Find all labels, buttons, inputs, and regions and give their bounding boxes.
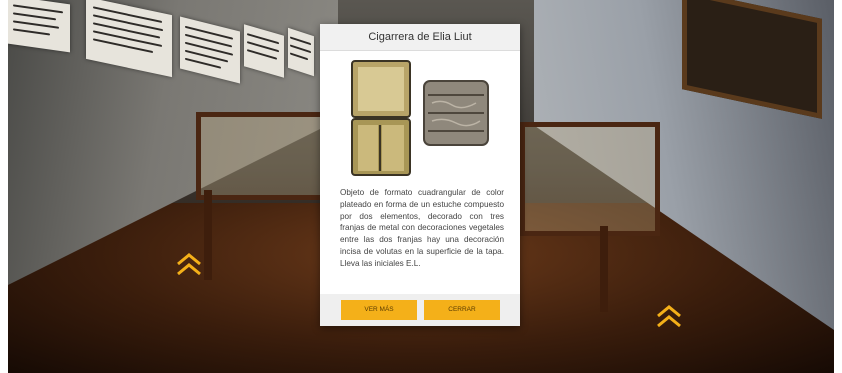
close-button[interactable]: CERRAR — [424, 300, 500, 320]
cigarette-case-open — [351, 60, 411, 176]
info-panel — [8, 0, 70, 53]
object-photo — [320, 51, 520, 185]
table-leg — [204, 190, 212, 280]
modal-footer: VER MÁS CERRAR — [320, 294, 520, 326]
table-leg — [600, 226, 608, 312]
chevron-up-icon[interactable] — [174, 248, 204, 278]
object-info-modal: Cigarrera de Elia Liut Objeto de formato… — [320, 24, 520, 326]
see-more-button[interactable]: VER MÁS — [341, 300, 417, 320]
info-panel — [288, 27, 314, 77]
display-case-right — [520, 122, 660, 236]
cigarette-case-closed — [423, 80, 489, 146]
object-description: Objeto de formato cuadrangular de color … — [340, 188, 504, 268]
chevron-up-icon[interactable] — [654, 300, 684, 330]
modal-title: Cigarrera de Elia Liut — [320, 24, 520, 51]
display-case-left — [196, 112, 326, 200]
